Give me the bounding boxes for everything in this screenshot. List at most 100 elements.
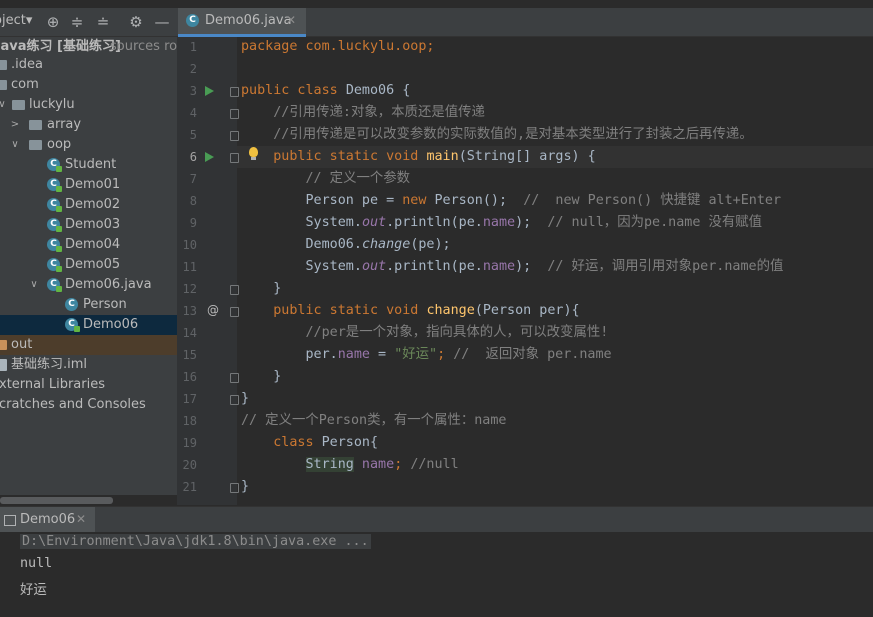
run-console[interactable]: D:\Environment\Java\jdk1.8\bin\java.exe … [0,532,873,617]
chevron-right-icon[interactable]: > [10,115,20,135]
run-class-icon[interactable] [205,86,214,96]
fold-marker-icon[interactable] [230,395,239,405]
code-line-1: package com.luckylu.oop; [241,39,435,54]
locate-icon[interactable]: ⊕ [43,12,63,32]
run-tab-demo06[interactable]: Demo06 ✕ [0,507,95,533]
line-number: 4 [189,106,197,120]
fold-marker-icon[interactable] [230,109,239,119]
tree-item-luckylu[interactable]: ∨ luckylu [0,95,177,115]
fold-marker-icon[interactable] [230,483,239,493]
editor-tabbar: C Demo06.java ✕ [177,8,873,37]
tree-item-person[interactable]: C Person [0,295,177,315]
code-line-21: } [241,479,250,494]
project-view-selector[interactable]: oject▾ [0,13,32,28]
tree-item-demo02[interactable]: C Demo02 [0,195,177,215]
fold-marker-icon[interactable] [230,373,239,383]
run-main-icon[interactable] [205,152,214,162]
fold-marker-icon[interactable] [230,87,239,97]
chevron-down-icon[interactable]: ∨ [0,95,7,115]
code-line-14: //per是一个对象，指向具体的人，可以改变属性! [241,325,609,340]
console-icon [4,515,16,526]
tree-item-demo06[interactable]: C Demo06 [0,315,177,335]
gear-icon[interactable]: ⚙ [126,12,146,32]
line-number: 6 [189,150,197,164]
line-number: 13 [182,304,197,318]
line-number: 11 [182,260,197,274]
line-number: 10 [182,238,197,252]
line-number: 9 [189,216,197,230]
file-icon [0,359,7,371]
console-output-line: 好运 [20,583,47,598]
class-icon: C [65,318,80,332]
folder-icon [29,140,42,150]
line-number: 15 [182,348,197,362]
tree-item-oop[interactable]: ∨ oop [0,135,177,155]
code-line-9: System.out.println(pe.name); // null，因为p… [241,215,763,230]
run-tabbar: Demo06 ✕ [0,506,873,533]
tree-item-demo03[interactable]: C Demo03 [0,215,177,235]
close-icon[interactable]: ✕ [286,13,296,27]
code-line-10: Demo06.change(pe); [241,237,451,252]
line-number: 5 [189,128,197,142]
chevron-down-icon[interactable]: ∨ [10,135,20,155]
code-line-5: //引用传递是可以改变参数的实际数值的,是对基本类型进行了封装之后再传递。 [241,127,753,142]
expand-all-icon[interactable]: ≑ [67,12,87,32]
folder-icon [0,60,7,70]
fold-marker-icon[interactable] [230,131,239,141]
code-line-15: per.name = "好运"; // 返回对象 per.name [241,347,612,362]
line-number: 8 [189,194,197,208]
class-icon: C [47,258,62,272]
code-line-18: // 定义一个Person类，有一个属性：name [241,413,507,428]
project-toolbar: oject▾ ⊕ ≑ ≐ ⚙ — [0,8,177,37]
fold-marker-icon[interactable] [230,153,239,163]
tree-item-out[interactable]: out [0,335,177,355]
override-marker-icon[interactable]: @ [207,303,219,317]
class-icon: C [186,14,199,27]
folder-icon [0,80,7,90]
code-line-13: public static void change(Person per){ [241,303,580,318]
class-icon: C [47,158,62,172]
line-number: 17 [182,392,197,406]
chevron-down-icon[interactable]: ∨ [29,275,39,295]
tree-item-demo04[interactable]: C Demo04 [0,235,177,255]
code-line-6: public static void main(String[] args) { [241,149,596,164]
line-number: 18 [182,414,197,428]
class-icon: C [47,238,62,252]
tree-item-com[interactable]: com [0,75,177,95]
class-icon: C [65,298,78,311]
tree-item-array[interactable]: > array [0,115,177,135]
tree-item-idea[interactable]: .idea [0,55,177,75]
code-line-3: public class Demo06 { [241,83,411,98]
collapse-all-icon[interactable]: ≐ [93,12,113,32]
close-icon[interactable]: ✕ [76,512,86,526]
code-line-20: String name; //null [305,457,459,472]
code-line-12: } [241,281,282,296]
tree-item-external-libraries[interactable]: xternal Libraries [0,375,177,395]
tree-item-demo05[interactable]: C Demo05 [0,255,177,275]
line-number: 19 [182,436,197,450]
fold-marker-icon[interactable] [230,285,239,295]
code-line-4: //引用传递:对象，本质还是值传递 [241,105,485,120]
tree-item-module[interactable]: java练习 [基础练习] sources roc [0,37,177,57]
tree-item-demo06-java[interactable]: ∨ C Demo06.java [0,275,177,295]
line-number: 1 [189,40,197,54]
tree-scrollbar[interactable] [0,497,113,504]
line-number: 2 [189,62,197,76]
fold-marker-icon[interactable] [230,307,239,317]
class-icon: C [47,178,62,192]
code-line-8: Person pe = new Person(); // new Person(… [241,193,782,208]
tree-item-demo01[interactable]: C Demo01 [0,175,177,195]
code-line-17: } [241,391,250,406]
hide-icon[interactable]: — [152,12,172,32]
tree-item-scratches[interactable]: cratches and Consoles [0,395,177,415]
class-icon: C [47,278,62,292]
code-line-16: } [241,369,282,384]
tab-demo06-java[interactable]: C Demo06.java ✕ [178,8,306,37]
folder-icon [12,100,25,110]
tree-item-iml[interactable]: 基础练习.iml [0,355,177,375]
class-icon: C [47,218,62,232]
project-tree: java练习 [基础练习] sources roc .idea com ∨ lu… [0,37,177,495]
line-number: 14 [182,326,197,340]
tree-item-student[interactable]: C Student [0,155,177,175]
code-line-11: System.out.println(pe.name); // 好运，调用引用对… [241,259,784,274]
